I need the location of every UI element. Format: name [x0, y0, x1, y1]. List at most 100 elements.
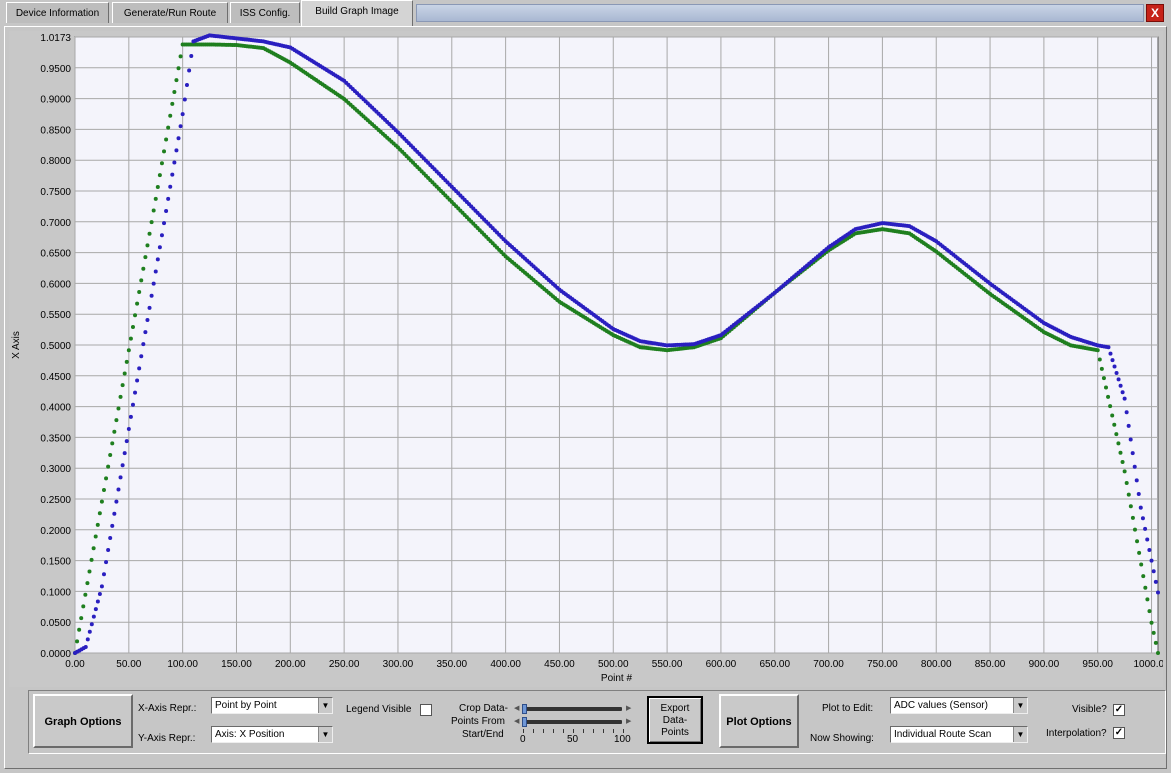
y-axis-title: X Axis — [11, 331, 22, 359]
tab-iss-config[interactable]: ISS Config. — [230, 2, 300, 23]
tab-generate-run-route[interactable]: Generate/Run Route — [112, 2, 228, 23]
x-tick-label: 200.00 — [275, 659, 306, 670]
x-tick-label: 950.00 — [1082, 659, 1113, 670]
series-0-point — [153, 196, 158, 201]
interpolation-checkbox[interactable]: ✓ — [1113, 727, 1125, 739]
series-0-point — [1101, 376, 1106, 381]
series-0-point — [151, 208, 156, 213]
crop-scale-100: 100 — [614, 734, 631, 745]
x-tick-label: 1000.00 — [1133, 659, 1163, 670]
series-1-point — [1147, 548, 1152, 553]
series-1-point — [95, 599, 100, 604]
crop-label-line1: Crop Data- — [459, 703, 508, 714]
x-tick-label: 100.00 — [167, 659, 198, 670]
series-1-point — [1118, 383, 1123, 388]
y-axis-repr-select[interactable]: Axis: X Position ▼ — [211, 726, 333, 743]
series-0-point — [126, 348, 131, 353]
y-tick-label: 0.2000 — [40, 526, 71, 537]
series-1-point — [106, 548, 111, 553]
series-0-point — [149, 220, 154, 225]
series-0-point — [162, 149, 167, 154]
series-0-point — [83, 592, 88, 597]
series-1-point — [1108, 351, 1113, 356]
crop-scale-tick — [583, 729, 584, 733]
visible-checkbox[interactable]: ✓ — [1113, 704, 1125, 716]
series-0-point — [106, 464, 111, 469]
series-1-point — [126, 426, 131, 431]
series-1-point — [99, 584, 104, 589]
graph-options-button[interactable]: Graph Options — [33, 694, 133, 748]
close-button[interactable]: X — [1146, 4, 1164, 22]
series-0-point — [118, 394, 123, 399]
series-0-point — [1130, 515, 1135, 520]
crop-end-slider-thumb[interactable] — [522, 717, 527, 727]
series-1-point — [128, 414, 133, 419]
chevron-down-icon[interactable]: ▼ — [1013, 727, 1027, 742]
series-1-point — [101, 572, 106, 577]
series-1-point — [112, 511, 117, 516]
series-0-point — [91, 546, 96, 551]
now-showing-label: Now Showing: — [810, 733, 874, 744]
series-0-point — [141, 266, 146, 271]
chevron-down-icon[interactable]: ▼ — [1013, 698, 1027, 713]
now-showing-select[interactable]: Individual Route Scan ▼ — [890, 726, 1028, 743]
tab-device-information[interactable]: Device Information — [6, 2, 109, 23]
chevron-down-icon[interactable]: ▼ — [318, 727, 332, 742]
y-tick-label: 1.0173 — [40, 33, 71, 44]
series-1-point — [1112, 364, 1117, 369]
series-1-point — [93, 607, 98, 612]
x-tick-label: 550.00 — [652, 659, 683, 670]
chevron-down-icon[interactable]: ▼ — [318, 698, 332, 713]
series-1-point — [166, 196, 171, 201]
y-tick-label: 0.5500 — [40, 310, 71, 321]
series-0-point — [1139, 562, 1144, 567]
y-axis-repr-value: Axis: X Position — [215, 729, 285, 740]
y-tick-label: 0.1000 — [40, 587, 71, 598]
series-1-point — [114, 499, 119, 504]
x-tick-label: 250.00 — [329, 659, 360, 670]
series-0-point — [1108, 404, 1113, 409]
series-0-point — [1153, 640, 1158, 645]
crop-start-slider-thumb[interactable] — [522, 704, 527, 714]
series-0-point — [120, 383, 125, 388]
series-0-point — [1097, 357, 1102, 362]
series-1-point — [172, 160, 177, 165]
series-0-point — [176, 66, 181, 71]
export-label-line1: Export — [660, 703, 690, 714]
tab-bar-fill — [416, 4, 1144, 22]
series-1-point — [1124, 410, 1129, 415]
legend-visible-checkbox[interactable] — [420, 704, 432, 716]
series-0-point — [81, 604, 86, 609]
x-tick-label: 0.00 — [65, 659, 85, 670]
y-tick-label: 0.8000 — [40, 156, 71, 167]
tab-build-graph-image[interactable]: Build Graph Image — [301, 0, 413, 26]
export-label-line2: Data- — [662, 715, 688, 726]
series-0-point — [114, 418, 119, 423]
series-0-point — [137, 290, 142, 295]
series-1-point — [143, 330, 148, 335]
series-1-point — [104, 560, 109, 565]
crop-scale-tick — [593, 729, 594, 733]
crop-label-line2: Points From — [451, 716, 505, 727]
series-0-point — [1124, 480, 1129, 485]
series-0-point — [108, 453, 113, 458]
y-tick-label: 0.7500 — [40, 187, 71, 198]
crop-start-slider-track[interactable] — [522, 707, 622, 711]
series-0-point — [128, 336, 133, 341]
series-0-point — [1122, 469, 1127, 474]
plot-to-edit-value: ADC values (Sensor) — [894, 700, 988, 711]
series-1-point — [1145, 537, 1150, 542]
series-1-point — [149, 293, 154, 298]
y-tick-label: 0.6500 — [40, 249, 71, 260]
slider-right-arrow-icon: ▶ — [626, 718, 632, 725]
legend-visible-label: Legend Visible — [346, 704, 412, 715]
plot-to-edit-select[interactable]: ADC values (Sensor) ▼ — [890, 697, 1028, 714]
export-data-points-button[interactable]: Export Data- Points — [647, 696, 703, 744]
series-1-point — [1132, 464, 1137, 469]
series-1-point — [159, 233, 164, 238]
series-1-point — [130, 402, 135, 407]
crop-scale-tick — [533, 729, 534, 733]
x-axis-repr-select[interactable]: Point by Point ▼ — [211, 697, 333, 714]
crop-end-slider-track[interactable] — [522, 720, 622, 724]
plot-options-button[interactable]: Plot Options — [719, 694, 799, 748]
